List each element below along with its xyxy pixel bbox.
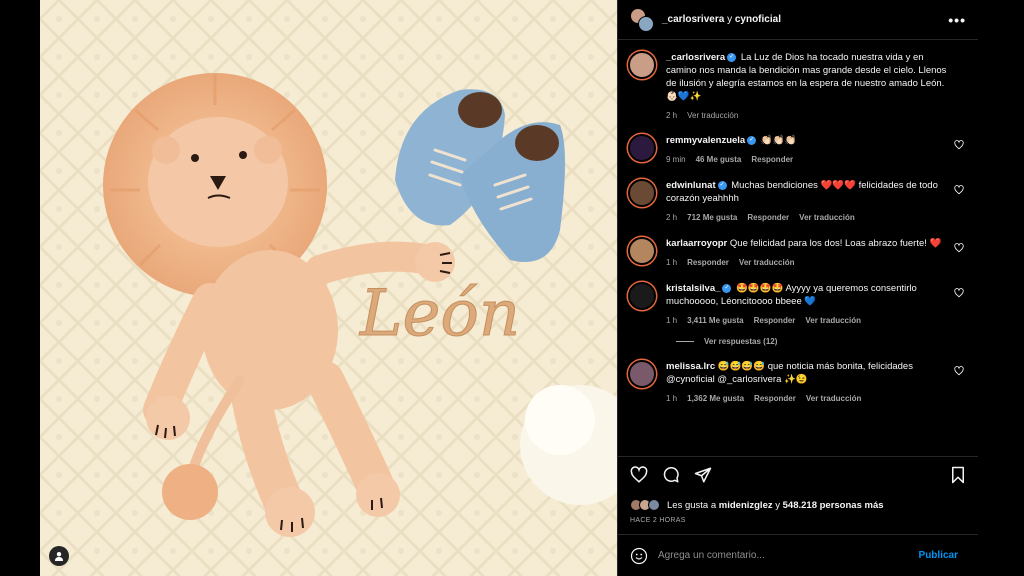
post-photo[interactable]: León (40, 0, 617, 576)
reply-button[interactable]: Responder (687, 256, 729, 269)
heart-icon[interactable] (954, 140, 964, 150)
caption-time[interactable]: 2 h (666, 109, 677, 122)
comment-text: 👏🏻👏🏻👏🏻 (760, 135, 797, 146)
translate-button[interactable]: Ver traducción (805, 314, 861, 327)
translate-button[interactable]: Ver traducción (739, 256, 795, 269)
post-actions: Les gusta a midenizglez y 548.218 person… (618, 456, 978, 524)
comment-item: edwinlunat ✓ Muchas bendiciones ❤️❤️❤️ fe… (628, 179, 966, 224)
likes-joiner: y (775, 499, 780, 511)
collab-title: _carlosrivera y cynoficial (662, 14, 781, 25)
emoji-icon[interactable] (630, 547, 648, 565)
comment-username[interactable]: remmyvalenzuela (666, 135, 745, 146)
comment-item: melissa.lrc 😅😅😅😅 que noticia más bonita,… (628, 360, 966, 405)
caption: _carlosrivera ✓ La Luz de Dios ha tocado … (628, 51, 966, 122)
comment-username[interactable]: melissa.lrc (666, 361, 715, 372)
translate-button[interactable]: Ver traducción (806, 392, 862, 405)
comment-username[interactable]: karlaarroyopr (666, 238, 727, 249)
avatar[interactable] (628, 360, 656, 388)
comment-time[interactable]: 1 h (666, 314, 677, 327)
comments-list[interactable]: _carlosrivera ✓ La Luz de Dios ha tocado … (618, 41, 978, 453)
verified-badge-icon: ✓ (727, 52, 737, 62)
header-user1[interactable]: _carlosrivera (662, 14, 724, 25)
post-modal: León _carlosrivera y cynoficial ••• _car… (40, 0, 978, 576)
share-paper-plane-icon[interactable] (694, 466, 712, 484)
likes-user[interactable]: midenizglez (719, 500, 773, 511)
avatar[interactable] (628, 282, 656, 310)
comment-likes[interactable]: 1,362 Me gusta (687, 392, 744, 405)
post-details-panel: _carlosrivera y cynoficial ••• _carlosri… (617, 0, 978, 576)
reply-button[interactable]: Responder (751, 153, 793, 166)
avatar[interactable] (628, 237, 656, 265)
tagged-users-button[interactable] (49, 546, 69, 566)
likes-prefix: Les gusta a (667, 499, 717, 511)
comment-bubble-icon[interactable] (662, 466, 680, 484)
post-header: _carlosrivera y cynoficial ••• (618, 0, 978, 40)
more-options-icon[interactable]: ••• (948, 12, 966, 28)
like-heart-icon[interactable] (630, 466, 648, 484)
heart-icon[interactable] (954, 185, 964, 195)
user-icon (55, 552, 63, 561)
heart-icon[interactable] (954, 366, 964, 376)
comment-text: Que felicidad para los dos! Loas abrazo … (729, 238, 942, 249)
post-timestamp: HACE 2 HORAS (630, 517, 686, 524)
comment-input[interactable] (658, 550, 919, 561)
avatar[interactable] (628, 134, 656, 162)
heart-icon[interactable] (954, 288, 964, 298)
translate-button[interactable]: Ver traducción (799, 211, 855, 224)
heart-icon[interactable] (954, 243, 964, 253)
likers-avatars (630, 499, 660, 511)
publish-button[interactable]: Publicar (919, 550, 958, 561)
header-joiner: y (727, 14, 733, 25)
comment-time[interactable]: 1 h (666, 392, 677, 405)
comment-time[interactable]: 9 min (666, 153, 686, 166)
avatar[interactable] (628, 51, 656, 79)
reply-button[interactable]: Responder (747, 211, 789, 224)
comment-item: remmyvalenzuela ✓ 👏🏻👏🏻👏🏻 9 min 46 Me gust… (628, 134, 966, 166)
verified-badge-icon: ✓ (747, 135, 757, 145)
verified-badge-icon: ✓ (717, 180, 727, 190)
comment-username[interactable]: edwinlunat (666, 180, 716, 191)
view-replies-label: Ver respuestas (12) (704, 337, 778, 346)
comment-likes[interactable]: 46 Me gusta (696, 153, 742, 166)
comment-item: kristalsilva_ ✓ 🤩🤩🤩🤩 Ayyyy ya queremos co… (628, 282, 966, 327)
view-replies-button[interactable]: Ver respuestas (12) (676, 337, 966, 346)
likes-summary[interactable]: Les gusta a midenizglez y 548.218 person… (630, 499, 966, 511)
header-user2[interactable]: cynoficial (735, 14, 781, 25)
comment-item: karlaarroyopr Que felicidad para los dos… (628, 237, 966, 269)
comment-likes[interactable]: 3,411 Me gusta (687, 314, 743, 327)
comment-time[interactable]: 2 h (666, 211, 677, 224)
comment-time[interactable]: 1 h (666, 256, 677, 269)
caption-translate[interactable]: Ver traducción (687, 109, 738, 122)
collab-avatars[interactable] (630, 7, 654, 32)
comment-username[interactable]: kristalsilva_ (666, 283, 720, 294)
save-bookmark-icon[interactable] (950, 466, 966, 484)
comment-likes[interactable]: 712 Me gusta (687, 211, 737, 224)
caption-username[interactable]: _carlosrivera (666, 52, 725, 63)
verified-badge-icon: ✓ (722, 283, 732, 293)
embroidered-name: León (359, 277, 520, 351)
add-comment-bar: Publicar (618, 534, 978, 576)
reply-button[interactable]: Responder (754, 314, 796, 327)
reply-button[interactable]: Responder (754, 392, 796, 405)
photo-illustration: León (40, 0, 617, 576)
avatar[interactable] (628, 179, 656, 207)
likes-count[interactable]: 548.218 personas más (783, 500, 884, 511)
